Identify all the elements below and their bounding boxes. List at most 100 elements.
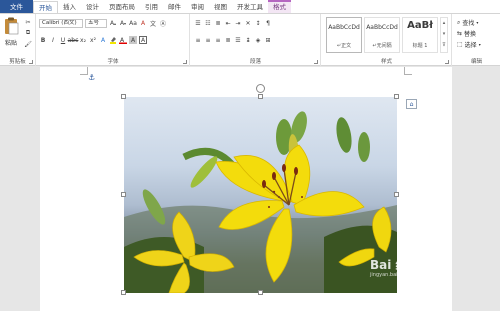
find-button[interactable]: ⌕ 查找 ▾ [457, 18, 478, 28]
watermark: Bai 经验 jingyan.baidu.com [370, 256, 420, 278]
layout-options-button[interactable]: ⌂ [406, 99, 417, 109]
numbering-icon[interactable]: ☷ [204, 19, 212, 27]
style-heading-1-name: 标题 1 [412, 43, 428, 49]
style-normal-sample: AaBbCcDd [328, 24, 360, 31]
paste-label: 粘贴 [4, 40, 17, 47]
resize-handle-bottom-left[interactable] [121, 290, 126, 295]
highlight-icon[interactable] [109, 36, 117, 44]
tab-file[interactable]: 文件 [0, 0, 33, 13]
italic-icon[interactable]: I [49, 36, 57, 44]
tab-page-layout[interactable]: 页面布局 [104, 0, 140, 13]
line-spacing-icon[interactable]: ↨ [244, 36, 252, 44]
tab-home[interactable]: 开始 [33, 1, 58, 13]
resize-handle-top[interactable] [258, 94, 263, 99]
paragraph-group-label: 段落 [249, 59, 261, 65]
paste-button[interactable]: 粘贴 [2, 17, 20, 51]
tab-mailings[interactable]: 邮件 [163, 0, 186, 13]
resize-handle-top-right[interactable] [394, 94, 399, 99]
clear-formatting-icon[interactable]: A [139, 20, 147, 28]
chevron-down-icon: ▾ [478, 42, 481, 47]
tab-design[interactable]: 设计 [81, 0, 104, 13]
char-shading-icon[interactable]: A [129, 36, 137, 44]
justify-icon[interactable]: ≣ [224, 36, 232, 44]
grow-font-icon[interactable]: A ▴ [109, 20, 117, 28]
styles-group: AaBbCcDd ↵正文 AaBbCcDd ↵无间隔 AaBł 标题 1 ▴ ▾ ⊽… [322, 14, 452, 66]
bold-icon[interactable]: B [39, 36, 47, 44]
find-label: 查找 [462, 20, 475, 27]
watermark-sub: jingyan.baidu.com [370, 272, 417, 278]
align-center-icon[interactable]: ≡ [204, 36, 212, 44]
text-effects-icon[interactable]: A [99, 36, 107, 44]
align-right-icon[interactable]: ≡ [214, 36, 222, 44]
select-icon: ⬚ [457, 41, 463, 48]
margin-mark-top-right [404, 67, 412, 75]
shrink-font-icon[interactable]: A ▾ [119, 20, 127, 28]
replace-icon: ⇆ [457, 30, 463, 37]
style-normal[interactable]: AaBbCcDd ↵正文 [326, 17, 362, 53]
styles-dialog-launcher-icon[interactable] [445, 60, 449, 64]
tab-review[interactable]: 审阅 [186, 0, 209, 13]
margin-mark-top-left [80, 67, 88, 75]
lily-picture[interactable] [124, 97, 397, 293]
tab-references[interactable]: 引用 [140, 0, 163, 13]
tab-view[interactable]: 视图 [209, 0, 232, 13]
sort-icon[interactable]: ↕ [254, 19, 262, 27]
font-size-combo[interactable]: 五号 [85, 19, 107, 28]
replace-label: 替换 [464, 31, 477, 38]
anchor-icon[interactable]: ⚓ [88, 73, 95, 82]
change-case-icon[interactable]: Aa [129, 20, 137, 28]
phonetic-guide-icon[interactable]: 文 [149, 20, 157, 28]
editing-group: ⌕ 查找 ▾ ⇆ 替换 ⬚ 选择 ▾ 编辑 [453, 14, 500, 66]
superscript-icon[interactable]: x² [89, 36, 97, 44]
font-name-combo[interactable]: Calibri (西文) [39, 19, 83, 28]
increase-indent-icon[interactable]: ⇥ [234, 19, 242, 27]
lily-image [124, 111, 397, 293]
font-group-label: 字体 [107, 59, 119, 65]
resize-handle-top-left[interactable] [121, 94, 126, 99]
style-heading-1[interactable]: AaBł 标题 1 [402, 17, 438, 53]
font-group: Calibri (西文) 五号 A ▴ A ▾ Aa A 文 Ⓐ B I U abc… [37, 14, 190, 66]
paragraph-group: ☰ ☷ ≣ ⇤ ⇥ ✕ ↕ ¶ ≡ ≡ ≡ ≣ ☰ ↨ ◈ ⊞ 段落 [191, 14, 321, 66]
tab-insert[interactable]: 插入 [58, 0, 81, 13]
multilevel-list-icon[interactable]: ≣ [214, 19, 222, 27]
borders-icon[interactable]: ⊞ [264, 36, 272, 44]
show-marks-icon[interactable]: ¶ [264, 19, 272, 27]
find-icon: ⌕ [457, 18, 461, 26]
ribbon: 粘贴 ✂ ⧉ 🖌 剪贴板 Calibri (西文) 五号 A ▴ A ▾ Aa A … [0, 14, 500, 66]
styles-scroll[interactable]: ▴ ▾ ⊽ [440, 17, 448, 53]
watermark-text: Bai 经验 [370, 258, 420, 272]
style-heading-1-sample: AaBł [407, 20, 433, 31]
tab-developer[interactable]: 开发工具 [232, 0, 268, 13]
editing-group-label: 编辑 [470, 59, 482, 65]
strikethrough-icon[interactable]: abc [68, 36, 79, 44]
clipboard-dialog-launcher-icon[interactable] [29, 60, 33, 64]
font-dialog-launcher-icon[interactable] [183, 60, 187, 64]
align-left-icon[interactable]: ≡ [194, 36, 202, 44]
style-normal-name: ↵正文 [336, 43, 352, 49]
bullets-icon[interactable]: ☰ [194, 19, 202, 27]
format-painter-icon[interactable]: 🖌 [24, 40, 32, 48]
style-no-spacing[interactable]: AaBbCcDd ↵无间隔 [364, 17, 400, 53]
shading-icon[interactable]: ◈ [254, 36, 262, 44]
underline-icon[interactable]: U [59, 36, 67, 44]
chinese-layout-icon[interactable]: ✕ [244, 19, 252, 27]
paragraph-dialog-launcher-icon[interactable] [314, 60, 318, 64]
styles-group-label: 样式 [380, 59, 392, 65]
subscript-icon[interactable]: x₂ [79, 36, 87, 44]
resize-handle-right[interactable] [394, 192, 399, 197]
distributed-icon[interactable]: ☰ [234, 36, 242, 44]
cut-icon[interactable]: ✂ [24, 18, 32, 26]
clipboard-group: 粘贴 ✂ ⧉ 🖌 剪贴板 [0, 14, 36, 66]
font-color-icon[interactable]: A [119, 36, 127, 44]
resize-handle-left[interactable] [121, 192, 126, 197]
resize-handle-bottom[interactable] [258, 290, 263, 295]
select-button[interactable]: ⬚ 选择 ▾ [457, 40, 481, 49]
layout-options-icon: ⌂ [409, 100, 414, 108]
replace-button[interactable]: ⇆ 替换 [457, 29, 476, 38]
tab-picture-format[interactable]: 格式 [268, 0, 291, 13]
enclose-char-icon[interactable]: Ⓐ [159, 20, 167, 28]
rotate-handle-icon[interactable] [256, 84, 265, 93]
char-border-icon[interactable]: A [139, 36, 147, 44]
copy-icon[interactable]: ⧉ [24, 29, 32, 37]
decrease-indent-icon[interactable]: ⇤ [224, 19, 232, 27]
